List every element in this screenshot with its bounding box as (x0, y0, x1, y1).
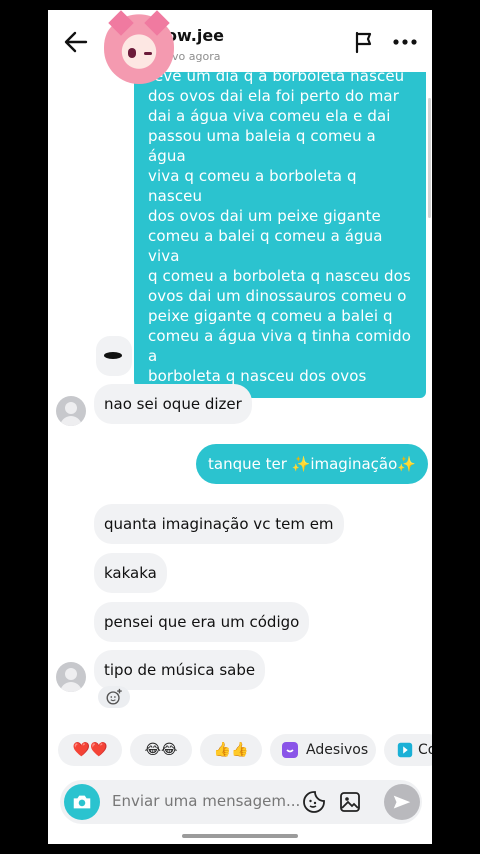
home-indicator (182, 834, 298, 838)
sender-avatar[interactable] (56, 662, 86, 692)
quick-reply-thumbs[interactable]: 👍👍 (200, 734, 262, 766)
incoming-message[interactable]: pensei que era um código (94, 602, 310, 642)
scrollbar[interactable] (428, 98, 431, 218)
clips-chip[interactable]: Co (384, 734, 432, 766)
incoming-message[interactable]: tipo de música sabe (94, 650, 266, 690)
stickers-chip[interactable]: Adesivos (270, 734, 376, 766)
more-options-icon[interactable] (392, 30, 418, 54)
clip-icon (397, 742, 413, 758)
flag-icon[interactable] (352, 30, 376, 54)
quick-replies-bar: ❤️❤️ 😂😂 👍👍 Adesivos Co (48, 734, 432, 768)
quick-reply-laugh[interactable]: 😂😂 (130, 734, 192, 766)
incoming-message[interactable]: nao sei oque dizer (94, 384, 252, 424)
chat-screen: ow.jee vo agora teve um dia q a borbolet… (48, 10, 432, 844)
active-status: vo agora (172, 50, 221, 63)
add-reaction-button[interactable] (98, 686, 130, 708)
send-icon (393, 795, 411, 809)
sticker-icon (282, 742, 298, 758)
clips-label: Co (418, 742, 432, 758)
message-input[interactable]: Enviar uma mensagem... (112, 792, 300, 810)
incoming-message[interactable]: quanta imaginação vc tem em (94, 504, 344, 544)
sender-avatar[interactable] (56, 396, 86, 426)
sticker-picker-icon[interactable] (302, 790, 326, 814)
incoming-message[interactable]: kakaka (94, 553, 167, 593)
message-composer: Enviar uma mensagem... (60, 780, 422, 824)
outgoing-message[interactable]: tanque ter ✨imaginação✨ (196, 444, 428, 484)
camera-button[interactable] (64, 784, 100, 820)
send-button[interactable] (384, 784, 420, 820)
camera-icon (73, 795, 91, 809)
incoming-sticker[interactable] (96, 336, 132, 376)
gallery-icon[interactable] (338, 790, 362, 814)
quick-reply-hearts[interactable]: ❤️❤️ (58, 734, 122, 766)
add-reaction-icon (106, 688, 122, 705)
outgoing-message-long[interactable]: teve um dia q a borboleta nasceu dos ovo… (134, 52, 426, 398)
contact-avatar[interactable] (104, 10, 174, 84)
back-arrow-icon[interactable] (62, 28, 90, 56)
chat-username[interactable]: ow.jee (166, 26, 224, 45)
stickers-label: Adesivos (306, 742, 369, 758)
